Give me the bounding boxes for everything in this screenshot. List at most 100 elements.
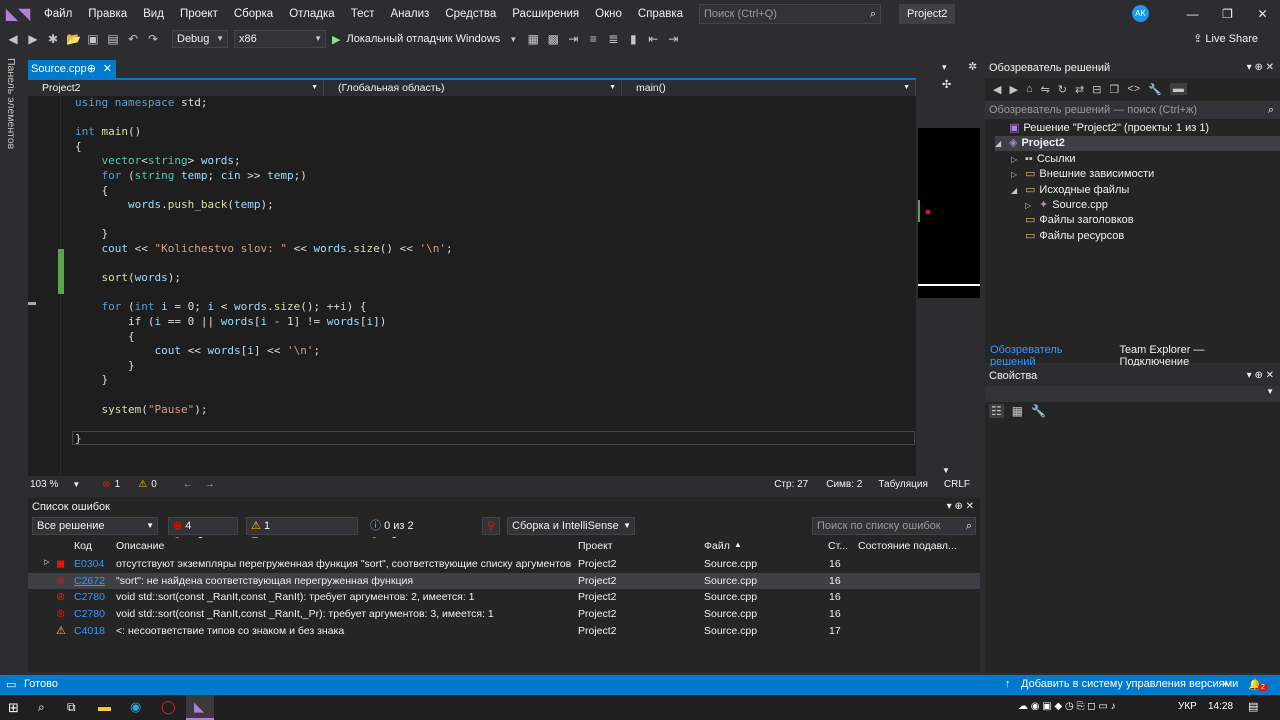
column-header[interactable]: Проект — [578, 540, 613, 552]
configuration-select[interactable]: Debug ▼ — [172, 30, 228, 48]
code-line[interactable]: { — [75, 140, 82, 154]
code-line[interactable]: vector<string> words; — [75, 154, 241, 168]
tab-source-cpp[interactable]: Source.cpp ⊕ ✕ — [28, 60, 116, 78]
copy-icon[interactable]: ❐ — [1109, 83, 1119, 96]
code-line[interactable]: words.push_back(temp); — [75, 198, 274, 212]
code-line[interactable]: cout << "Kolichestvo slov: " << words.si… — [75, 242, 453, 256]
expander-icon[interactable]: ▷ — [1011, 167, 1025, 182]
history-icon[interactable]: ↻ — [1058, 83, 1067, 96]
open-file-icon[interactable]: 📂 — [66, 32, 81, 46]
column-header[interactable]: Ст... — [828, 540, 848, 552]
toolbox-tab[interactable]: Панель элементов — [5, 58, 17, 149]
code-line[interactable]: if (i == 0 || words[i - 1] != words[i]) — [75, 315, 386, 329]
code-line[interactable]: } — [75, 227, 108, 241]
menu-item[interactable]: Анализ — [382, 0, 437, 28]
tray-icons[interactable]: ☁ ◉ ▣ ◆ ◷ ⎘ ◻ ▭ ♪ — [1018, 701, 1116, 712]
tree-item[interactable]: ▭ Файлы ресурсов — [1011, 229, 1124, 244]
code-line[interactable]: for (int i = 0; i < words.size(); ++i) { — [75, 300, 367, 314]
home-icon[interactable]: ⌂ — [1026, 83, 1033, 95]
tab-team-explorer[interactable]: Team Explorer — Подключение — [1114, 341, 1280, 368]
errors-filter-button[interactable]: ⊗ 4 Ошибки — [168, 517, 238, 548]
code-line[interactable]: } — [75, 373, 108, 387]
error-row[interactable]: ⊗ C2780 void std::sort(const _RanIt,const … — [28, 589, 980, 605]
redo-icon[interactable]: ↷ — [146, 32, 160, 46]
bookmark-next-icon[interactable]: ⇥ — [666, 32, 680, 46]
visual-studio-logo-icon[interactable]: ◣◥ — [0, 0, 36, 28]
menu-item[interactable]: Вид — [135, 0, 172, 28]
collapse-icon[interactable]: ⊟ — [1092, 83, 1101, 96]
expander-icon[interactable]: ◢ — [1011, 183, 1025, 198]
code-line[interactable]: for (string temp; cin >> temp;) — [75, 169, 307, 183]
code-line[interactable]: cout << words[i] << '\n'; — [75, 344, 320, 358]
platform-select[interactable]: x86 ▼ — [234, 30, 326, 48]
save-all-icon[interactable]: ▤ — [106, 32, 120, 46]
expander-icon[interactable]: ▷ — [1025, 198, 1039, 213]
expander-icon[interactable]: ▷ — [44, 558, 49, 566]
start-debugging-icon[interactable]: ▶ — [332, 33, 340, 46]
tree-item[interactable]: ▣ Решение "Project2" (проекты: 1 из 1) — [995, 121, 1209, 136]
menu-item[interactable]: Средства — [437, 0, 504, 28]
action-center-icon[interactable]: ▤ — [1248, 700, 1258, 713]
split-icon[interactable]: ✣ — [942, 78, 951, 91]
chevron-up-icon[interactable]: ▲ — [1222, 678, 1230, 687]
sync-icon[interactable]: ⇄ — [1075, 83, 1084, 96]
bookmark-prev-icon[interactable]: ⇤ — [646, 32, 660, 46]
warnings-filter-button[interactable]: ⚠ 1 Предупреждение — [246, 517, 358, 548]
code-editor[interactable]: using namespace std; int main(){ vector<s… — [28, 96, 916, 476]
code-line[interactable]: } — [75, 359, 135, 373]
error-row[interactable]: ⊗ C2780 void std::sort(const _RanIt,const … — [28, 606, 980, 622]
maximize-icon[interactable]: ❐ — [1210, 0, 1245, 28]
bookmark-icon[interactable]: ▮ — [626, 32, 640, 46]
forward-icon[interactable]: ▶ — [1009, 83, 1017, 96]
panel-controls[interactable]: ▾ ⊕ ✕ — [947, 497, 974, 517]
task-view-icon[interactable]: ⧉ — [67, 700, 76, 715]
zoom-level[interactable]: 103 % — [30, 479, 58, 490]
properties-object-select[interactable]: ▼ — [985, 386, 1280, 402]
scope-nav-select[interactable]: (Глобальная область) ▼ — [324, 80, 622, 96]
menu-item[interactable]: Правка — [80, 0, 135, 28]
expander-icon[interactable]: ▷ — [1011, 152, 1025, 167]
warning-count[interactable]: 0 — [151, 479, 157, 490]
tree-item[interactable]: ◢ ▭ Исходные файлы — [1011, 183, 1129, 198]
nav-prev-icon[interactable]: ← — [183, 479, 193, 490]
chevron-down-icon[interactable]: ▼ — [72, 480, 80, 489]
tab-solution-explorer[interactable]: Обозреватель решений — [985, 341, 1114, 368]
close-icon[interactable]: ✕ — [1245, 0, 1280, 28]
nav-next-icon[interactable]: → — [205, 479, 215, 490]
tab-overflow-icon[interactable]: ▾ — [942, 62, 947, 73]
panel-controls[interactable]: ▾ ⊕ ✕ — [1247, 366, 1274, 386]
browse-icon[interactable]: ▦ — [526, 32, 540, 46]
code-line[interactable]: int main() — [75, 125, 141, 139]
tree-item[interactable]: ▷ ✦ Source.cpp — [1025, 198, 1108, 213]
error-code[interactable]: E0304 — [74, 558, 104, 570]
telegram-icon[interactable]: ◉ — [130, 699, 141, 715]
tree-item[interactable]: ▷ ▭ Внешние зависимости — [1011, 167, 1154, 182]
error-code[interactable]: C2672 — [74, 575, 105, 587]
menu-item[interactable]: Сборка — [226, 0, 281, 28]
save-icon[interactable]: ▣ — [86, 32, 100, 46]
navigate-back-icon[interactable]: ◀ — [6, 32, 20, 46]
back-icon[interactable]: ◀ — [993, 83, 1001, 96]
tree-item[interactable]: ◢ ◈ Project2 — [995, 136, 1280, 152]
code-line[interactable]: using namespace std; — [75, 96, 207, 110]
pin-icon[interactable]: ⊕ — [87, 60, 96, 78]
error-code[interactable]: C4018 — [74, 625, 105, 637]
error-code[interactable]: C2780 — [74, 608, 105, 620]
clock[interactable]: 14:28 — [1208, 701, 1233, 712]
search-icon[interactable]: ⌕ — [38, 700, 45, 715]
member-nav-select[interactable]: main() ▼ — [622, 80, 916, 96]
column-header[interactable]: Код — [74, 540, 92, 552]
menu-item[interactable]: Тест — [343, 0, 383, 28]
settings-icon[interactable]: ✲ — [968, 60, 977, 73]
tree-item[interactable]: ▭ Файлы заголовков — [1011, 213, 1134, 228]
column-header[interactable]: Файл — [704, 540, 730, 552]
search-input[interactable]: Поиск (Ctrl+Q) ⌕ — [699, 4, 882, 24]
undo-icon[interactable]: ↶ — [126, 32, 140, 46]
filter-icon[interactable]: ⚲ — [482, 517, 500, 535]
preview-icon[interactable]: ▬ — [1169, 83, 1187, 95]
comment-icon[interactable]: ≡ — [586, 32, 600, 46]
new-project-icon[interactable]: ✱ — [46, 32, 60, 46]
error-code[interactable]: C2780 — [74, 591, 105, 603]
code-line[interactable]: { — [75, 330, 135, 344]
minimap[interactable] — [918, 128, 980, 298]
